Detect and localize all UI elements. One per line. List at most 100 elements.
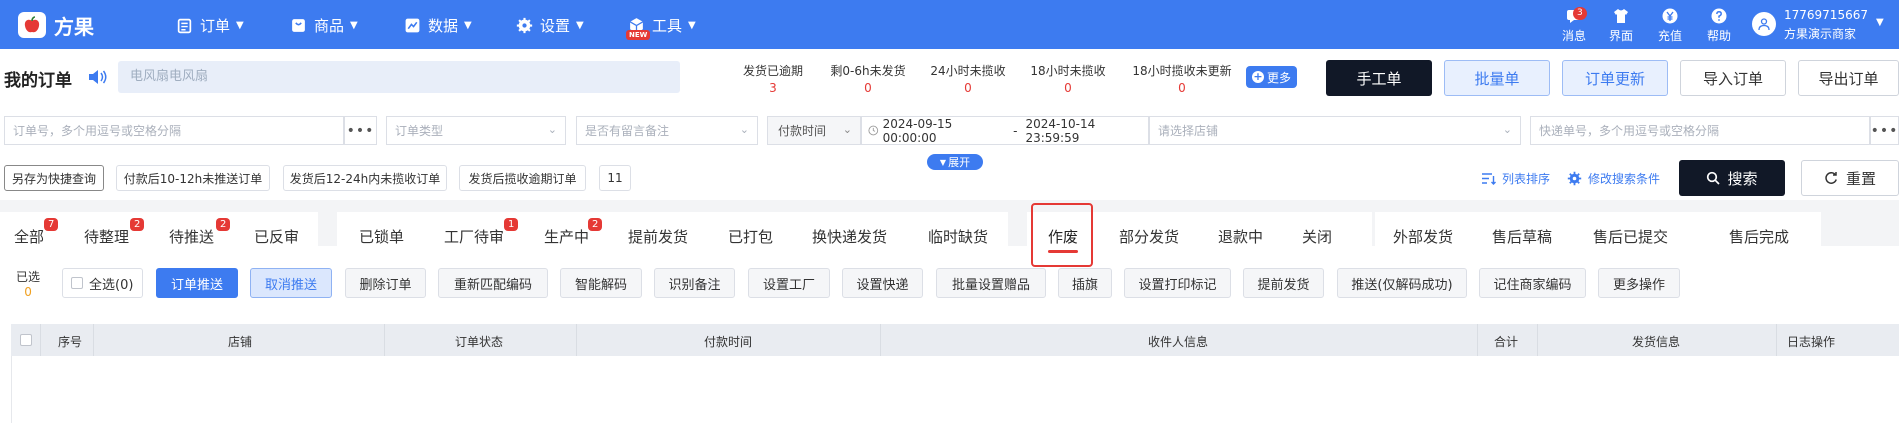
tab-aftersale-submitted[interactable]: 售后已提交 bbox=[1593, 226, 1668, 247]
user-icon bbox=[1758, 18, 1770, 31]
nav-settings[interactable]: 设置 ▼ bbox=[516, 14, 584, 36]
sort-list-icon bbox=[1482, 173, 1496, 185]
help-button[interactable]: 帮助 bbox=[1699, 7, 1739, 44]
shop-select[interactable]: 请选择店铺 ⌄ bbox=[1149, 116, 1521, 145]
recognize-remark-button[interactable]: 识别备注 bbox=[654, 268, 735, 298]
set-print-mark-button[interactable]: 设置打印标记 bbox=[1124, 268, 1231, 298]
push-decoded-button[interactable]: 推送(仅解码成功) bbox=[1337, 268, 1467, 298]
more-actions-button[interactable]: 更多操作 bbox=[1598, 268, 1680, 298]
tab-refunding[interactable]: 退款中 bbox=[1218, 226, 1263, 247]
batch-gift-button[interactable]: 批量设置赠品 bbox=[936, 268, 1046, 298]
import-order-button[interactable]: 导入订单 bbox=[1680, 60, 1786, 96]
stat-18h-not-updated[interactable]: 18小时揽收未更新 0 bbox=[1127, 62, 1237, 95]
chevron-down-icon: ▼ bbox=[688, 19, 696, 31]
column-divider bbox=[1537, 324, 1538, 356]
nav-products[interactable]: 商品 ▼ bbox=[290, 14, 358, 36]
manual-order-button[interactable]: 手工单 bbox=[1326, 60, 1432, 96]
express-number-input[interactable]: 快递单号，多个用逗号或空格分隔 bbox=[1530, 116, 1870, 145]
smart-decode-button[interactable]: 智能解码 bbox=[560, 268, 642, 298]
app-logo[interactable] bbox=[18, 12, 46, 38]
nav-data[interactable]: 数据 ▼ bbox=[404, 14, 472, 36]
quick-query-item[interactable]: 付款后10-12h未推送订单 bbox=[116, 165, 270, 191]
expand-button[interactable]: ▼ 展开 bbox=[927, 154, 983, 170]
top-nav-bar: 方果 订单 ▼ 商品 ▼ 数据 ▼ 设置 ▼ 工具 ▼ NEW 消息 3 界面 充值 帮助… bbox=[0, 0, 1899, 49]
tab-voided[interactable]: 作废 bbox=[1048, 226, 1078, 247]
express-number-more-button[interactable]: ••• bbox=[1870, 116, 1899, 145]
quick-query-count[interactable]: 11 bbox=[599, 165, 631, 191]
brand-name: 方果 bbox=[54, 15, 94, 39]
avatar[interactable] bbox=[1752, 12, 1776, 36]
tab-aftersale-complete[interactable]: 售后完成 bbox=[1729, 226, 1789, 247]
set-express-button[interactable]: 设置快递 bbox=[842, 268, 923, 298]
date-end: 2024-10-14 23:59:59 bbox=[1025, 116, 1096, 145]
select-all-checkbox[interactable]: 全选(0) bbox=[62, 268, 143, 298]
order-number-more-button[interactable]: ••• bbox=[344, 116, 377, 145]
tab-closed[interactable]: 关闭 bbox=[1302, 226, 1332, 247]
chevron-down-icon: ▼ bbox=[464, 19, 472, 31]
theme-button[interactable]: 界面 bbox=[1601, 7, 1641, 44]
delete-order-button[interactable]: 删除订单 bbox=[345, 268, 426, 298]
gear-icon bbox=[1567, 171, 1582, 186]
stat-24h-unpicked[interactable]: 24小时未揽收 0 bbox=[928, 62, 1008, 95]
more-label: 更多 bbox=[1266, 70, 1291, 85]
stat-overdue[interactable]: 发货已逾期 3 bbox=[742, 62, 804, 95]
order-update-button[interactable]: 订单更新 bbox=[1562, 60, 1668, 96]
tab-factory-pending[interactable]: 工厂待审 bbox=[444, 226, 504, 247]
time-type-select[interactable]: 付款时间 ⌄ bbox=[767, 116, 861, 145]
selected-count: 已选 0 bbox=[16, 268, 40, 299]
tab-aftersale-draft[interactable]: 售后草稿 bbox=[1492, 226, 1552, 247]
save-quick-query-button[interactable]: 另存为快捷查询 bbox=[4, 165, 104, 191]
tab-early-ship[interactable]: 提前发货 bbox=[628, 226, 688, 247]
recharge-label: 充值 bbox=[1657, 29, 1682, 43]
remember-merchant-code-button[interactable]: 记住商家编码 bbox=[1479, 268, 1586, 298]
order-type-select[interactable]: 订单类型 ⌄ bbox=[386, 116, 566, 145]
tab-badge: 2 bbox=[130, 218, 145, 231]
more-stats-button[interactable]: + 更多 bbox=[1246, 66, 1297, 88]
nav-orders[interactable]: 订单 ▼ bbox=[176, 14, 244, 36]
tab-partial-ship[interactable]: 部分发货 bbox=[1119, 226, 1179, 247]
reset-button[interactable]: 重置 bbox=[1801, 160, 1899, 196]
remark-select[interactable]: 是否有留言备注 ⌄ bbox=[576, 116, 758, 145]
list-sort-link[interactable]: 列表排序 bbox=[1481, 170, 1550, 187]
flag-button[interactable]: 插旗 bbox=[1058, 268, 1112, 298]
date-start: 2024-09-15 00:00:00 bbox=[882, 116, 953, 145]
quick-query-item[interactable]: 发货后12-24h内未揽收订单 bbox=[283, 165, 447, 191]
search-button[interactable]: 搜索 bbox=[1679, 160, 1785, 196]
stat-value: 0 bbox=[1064, 81, 1072, 95]
tab-external-ship[interactable]: 外部发货 bbox=[1393, 226, 1453, 247]
selected-label: 已选 bbox=[16, 270, 41, 284]
clock-icon bbox=[868, 125, 879, 136]
stat-label: 18小时揽收未更新 bbox=[1132, 64, 1232, 78]
tab-change-express[interactable]: 换快递发货 bbox=[812, 226, 887, 247]
edit-conditions-link[interactable]: 修改搜索条件 bbox=[1567, 170, 1660, 187]
set-factory-button[interactable]: 设置工厂 bbox=[748, 268, 830, 298]
nav-settings-label: 设置 bbox=[540, 16, 571, 35]
tab-all[interactable]: 全部 bbox=[14, 226, 44, 247]
tab-packed[interactable]: 已打包 bbox=[728, 226, 773, 247]
stat-remaining[interactable]: 剩0-6h未发货 0 bbox=[828, 62, 908, 95]
early-ship-button[interactable]: 提前发货 bbox=[1243, 268, 1324, 298]
tab-to-organize[interactable]: 待整理 bbox=[84, 226, 129, 247]
chevron-down-icon[interactable]: ▼ bbox=[1876, 17, 1884, 28]
tab-in-production[interactable]: 生产中 bbox=[544, 226, 589, 247]
date-range-picker[interactable]: 2024-09-15 00:00:00 - 2024-10-14 23:59:5… bbox=[861, 116, 1149, 145]
user-phone: 17769715667 bbox=[1784, 8, 1868, 22]
tab-reverse-reviewed[interactable]: 已反审 bbox=[254, 226, 299, 247]
column-header: 合计 bbox=[1494, 335, 1519, 349]
tab-locked[interactable]: 已锁单 bbox=[359, 226, 404, 247]
push-order-button[interactable]: 订单推送 bbox=[156, 268, 238, 298]
export-order-button[interactable]: 导出订单 bbox=[1798, 60, 1899, 96]
tab-badge: 7 bbox=[44, 218, 59, 231]
stat-18h-unpicked[interactable]: 18小时未揽收 0 bbox=[1028, 62, 1108, 95]
tab-to-push[interactable]: 待推送 bbox=[169, 226, 214, 247]
recharge-button[interactable]: 充值 bbox=[1650, 7, 1690, 44]
rematch-code-button[interactable]: 重新匹配编码 bbox=[438, 268, 548, 298]
header-checkbox[interactable] bbox=[20, 334, 32, 346]
quick-query-item[interactable]: 发货后揽收逾期订单 bbox=[459, 165, 586, 191]
column-divider bbox=[40, 324, 41, 356]
cancel-push-button[interactable]: 取消推送 bbox=[250, 268, 332, 298]
chevron-down-icon: ⌄ bbox=[739, 123, 749, 136]
batch-order-button[interactable]: 批量单 bbox=[1444, 60, 1550, 96]
order-number-input[interactable]: 订单号，多个用逗号或空格分隔 bbox=[4, 116, 344, 145]
tab-temp-out-of-stock[interactable]: 临时缺货 bbox=[928, 226, 988, 247]
